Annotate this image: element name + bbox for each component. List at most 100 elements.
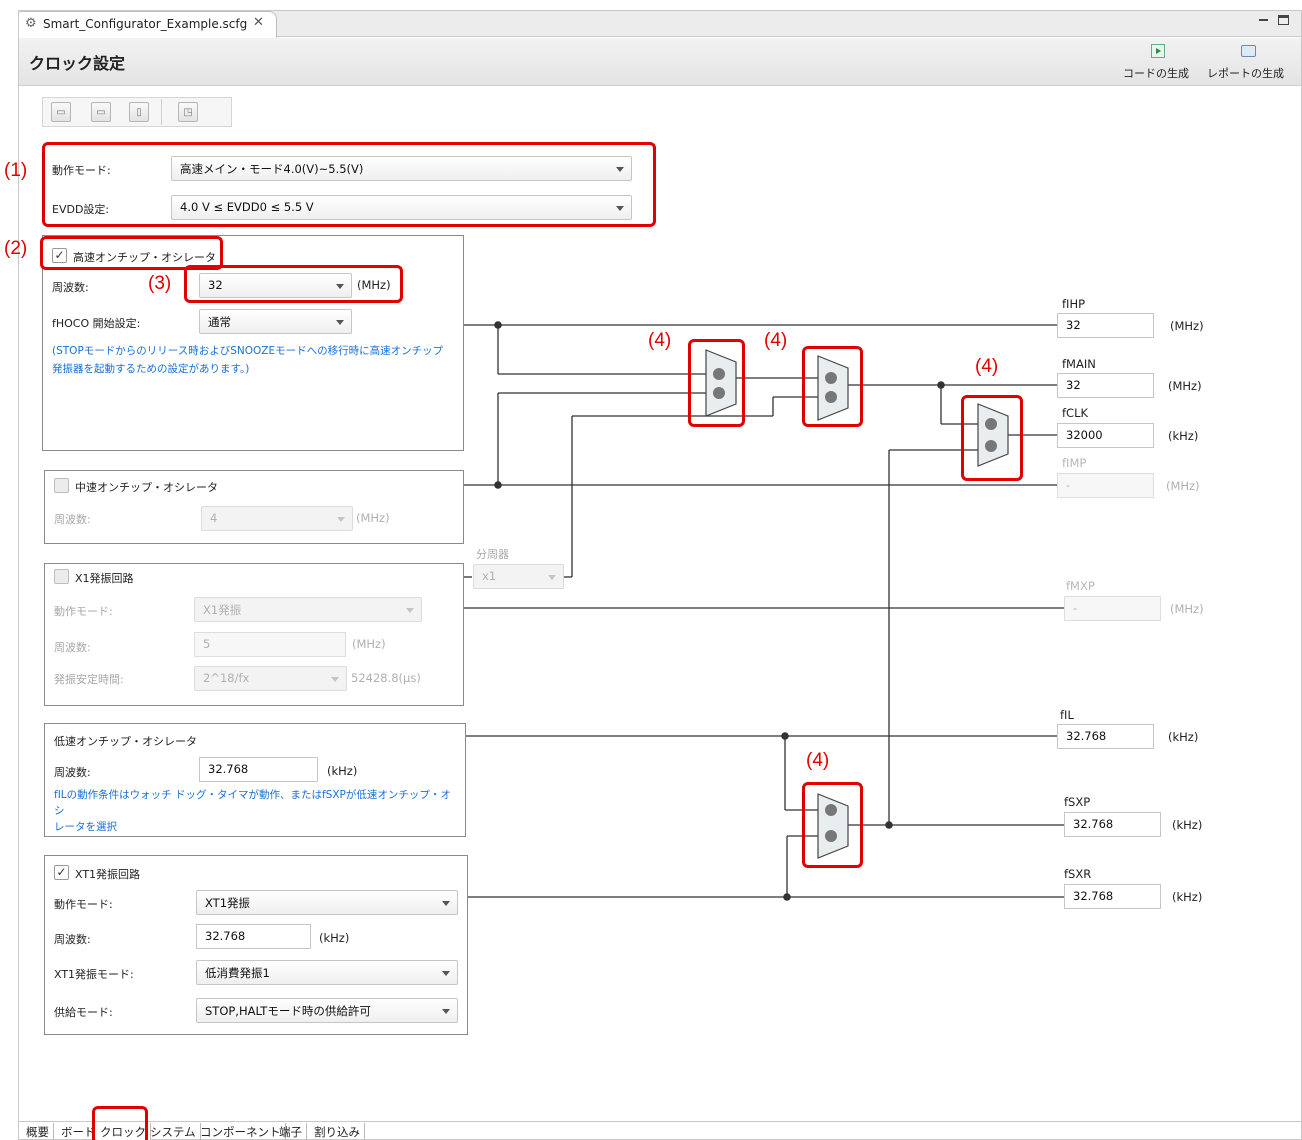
x1-mode-value: X1発振 xyxy=(203,603,242,617)
fsxp-unit: (kHz) xyxy=(1172,818,1203,832)
highlight-box-4c xyxy=(961,395,1023,481)
marker-4c: (4) xyxy=(975,356,999,377)
highlight-box-3 xyxy=(184,265,403,303)
x1-stabilization-time: 52428.8(μs) xyxy=(351,671,421,685)
fimp-field[interactable]: - xyxy=(1057,473,1154,498)
marker-1: (1) xyxy=(4,160,28,181)
highlight-box-1 xyxy=(42,142,656,227)
loco-frequency-field[interactable]: 32.768 xyxy=(199,757,318,782)
marker-4a: (4) xyxy=(648,330,672,351)
fmxp-unit: (MHz) xyxy=(1170,602,1204,616)
xt1-frequency-unit: (kHz) xyxy=(319,931,350,945)
xt1-supply-label: 供給モード: xyxy=(54,1006,113,1019)
x1-mode-select[interactable]: X1発振 xyxy=(194,597,422,622)
marker-4d: (4) xyxy=(806,750,830,771)
loco-note-line1: fILの動作条件はウォッチ ドッグ・タイマが動作、またはfSXPが低速オンチップ… xyxy=(54,789,451,817)
chevron-down-icon xyxy=(442,1009,450,1014)
fil-label: fIL xyxy=(1060,708,1074,722)
fmain-unit: (MHz) xyxy=(1168,379,1202,393)
tab-system[interactable]: システム xyxy=(146,1123,201,1140)
loco-frequency-unit: (kHz) xyxy=(327,764,358,778)
xt1-frequency-value: 32.768 xyxy=(205,929,246,943)
hoco-note-line1: (STOPモードからのリリース時およびSNOOZEモードへの移行時に高速オンチッ… xyxy=(52,345,444,357)
x1-checkbox[interactable] xyxy=(54,569,69,584)
chevron-down-icon xyxy=(442,971,450,976)
fclk-field[interactable]: 32000 xyxy=(1057,423,1154,448)
x1-title: X1発振回路 xyxy=(75,572,134,585)
fmxp-field[interactable]: - xyxy=(1064,596,1161,621)
loco-frequency-label: 周波数: xyxy=(54,766,91,779)
fil-value: 32.768 xyxy=(1066,729,1107,743)
xt1-mode-value: XT1発振 xyxy=(205,896,251,910)
xt1-mode-label: 動作モード: xyxy=(54,898,113,911)
divider-value: x1 xyxy=(482,569,497,583)
fmain-value: 32 xyxy=(1066,378,1081,392)
hoco-start-select[interactable]: 通常 xyxy=(199,309,352,334)
fmain-field[interactable]: 32 xyxy=(1057,373,1154,398)
xt1-osc-mode-value: 低消費発振1 xyxy=(205,966,270,980)
xt1-checkbox[interactable]: ✓ xyxy=(54,865,69,880)
fihp-field[interactable]: 32 xyxy=(1057,313,1154,338)
marker-2: (2) xyxy=(4,238,28,259)
chevron-down-icon xyxy=(337,517,345,522)
xt1-frequency-field[interactable]: 32.768 xyxy=(196,924,311,949)
chevron-down-icon xyxy=(442,901,450,906)
fclk-unit: (kHz) xyxy=(1168,429,1199,443)
x1-frequency-field[interactable]: 5 xyxy=(194,632,346,657)
highlight-box-4b xyxy=(802,346,863,427)
x1-stabilization-select[interactable]: 2^18/fx xyxy=(194,666,347,691)
highlight-box-4d xyxy=(802,782,863,868)
highlight-box-4a xyxy=(688,339,745,427)
hoco-frequency-label: 周波数: xyxy=(52,281,89,294)
xt1-supply-select[interactable]: STOP,HALTモード時の供給許可 xyxy=(196,998,458,1023)
loco-note: fILの動作条件はウォッチ ドッグ・タイマが動作、またはfSXPが低速オンチップ… xyxy=(54,787,459,835)
chevron-down-icon xyxy=(548,575,556,580)
xt1-osc-mode-select[interactable]: 低消費発振1 xyxy=(196,960,458,985)
moco-frequency-unit: (MHz) xyxy=(356,511,390,525)
xt1-mode-select[interactable]: XT1発振 xyxy=(196,890,458,915)
fimp-unit: (MHz) xyxy=(1166,479,1200,493)
moco-title: 中速オンチップ・オシレータ xyxy=(75,481,218,494)
fil-unit: (kHz) xyxy=(1168,730,1199,744)
fsxr-value: 32.768 xyxy=(1073,889,1114,903)
fclk-label: fCLK xyxy=(1062,406,1089,420)
fclk-value: 32000 xyxy=(1066,428,1103,442)
fmain-label: fMAIN xyxy=(1062,357,1096,371)
tab-pins[interactable]: 端子 xyxy=(275,1123,307,1140)
divider-select[interactable]: x1 xyxy=(473,564,564,589)
xt1-supply-value: STOP,HALTモード時の供給許可 xyxy=(205,1004,371,1018)
xt1-frequency-label: 周波数: xyxy=(54,933,91,946)
tab-overview[interactable]: 概要 xyxy=(22,1123,54,1140)
hoco-start-label: fHOCO 開始設定: xyxy=(52,317,141,330)
moco-checkbox[interactable] xyxy=(54,478,69,493)
loco-title: 低速オンチップ・オシレータ xyxy=(54,735,197,748)
x1-frequency-label: 周波数: xyxy=(54,641,91,654)
divider-label: 分周器 xyxy=(476,548,509,561)
fihp-value: 32 xyxy=(1066,318,1081,332)
x1-mode-label: 動作モード: xyxy=(54,605,113,618)
fsxr-label: fSXR xyxy=(1064,867,1092,881)
fsxr-unit: (kHz) xyxy=(1172,890,1203,904)
chevron-down-icon xyxy=(336,320,344,325)
fihp-unit: (MHz) xyxy=(1170,319,1204,333)
tab-interrupts[interactable]: 割り込み xyxy=(310,1123,365,1140)
fil-field[interactable]: 32.768 xyxy=(1057,724,1154,749)
x1-stabilization-value: 2^18/fx xyxy=(203,671,250,685)
moco-frequency-value: 4 xyxy=(210,511,218,525)
chevron-down-icon xyxy=(331,677,339,682)
x1-frequency-value: 5 xyxy=(203,637,211,651)
fsxp-value: 32.768 xyxy=(1073,817,1114,831)
fimp-value: - xyxy=(1066,478,1071,492)
loco-frequency-value: 32.768 xyxy=(208,762,249,776)
tab-components[interactable]: コンポーネント xyxy=(196,1123,286,1140)
marker-3: (3) xyxy=(148,273,172,294)
moco-frequency-label: 周波数: xyxy=(54,513,91,526)
fsxr-field[interactable]: 32.768 xyxy=(1064,884,1161,909)
fmxp-value: - xyxy=(1073,601,1078,615)
fimp-label: fIMP xyxy=(1062,456,1087,470)
loco-note-line2: レータを選択 xyxy=(54,821,117,833)
moco-frequency-select[interactable]: 4 xyxy=(201,506,353,531)
hoco-note-line2: 発振器を起動するための設定があります。) xyxy=(52,363,250,375)
xt1-title: XT1発振回路 xyxy=(75,868,141,881)
fsxp-field[interactable]: 32.768 xyxy=(1064,812,1161,837)
